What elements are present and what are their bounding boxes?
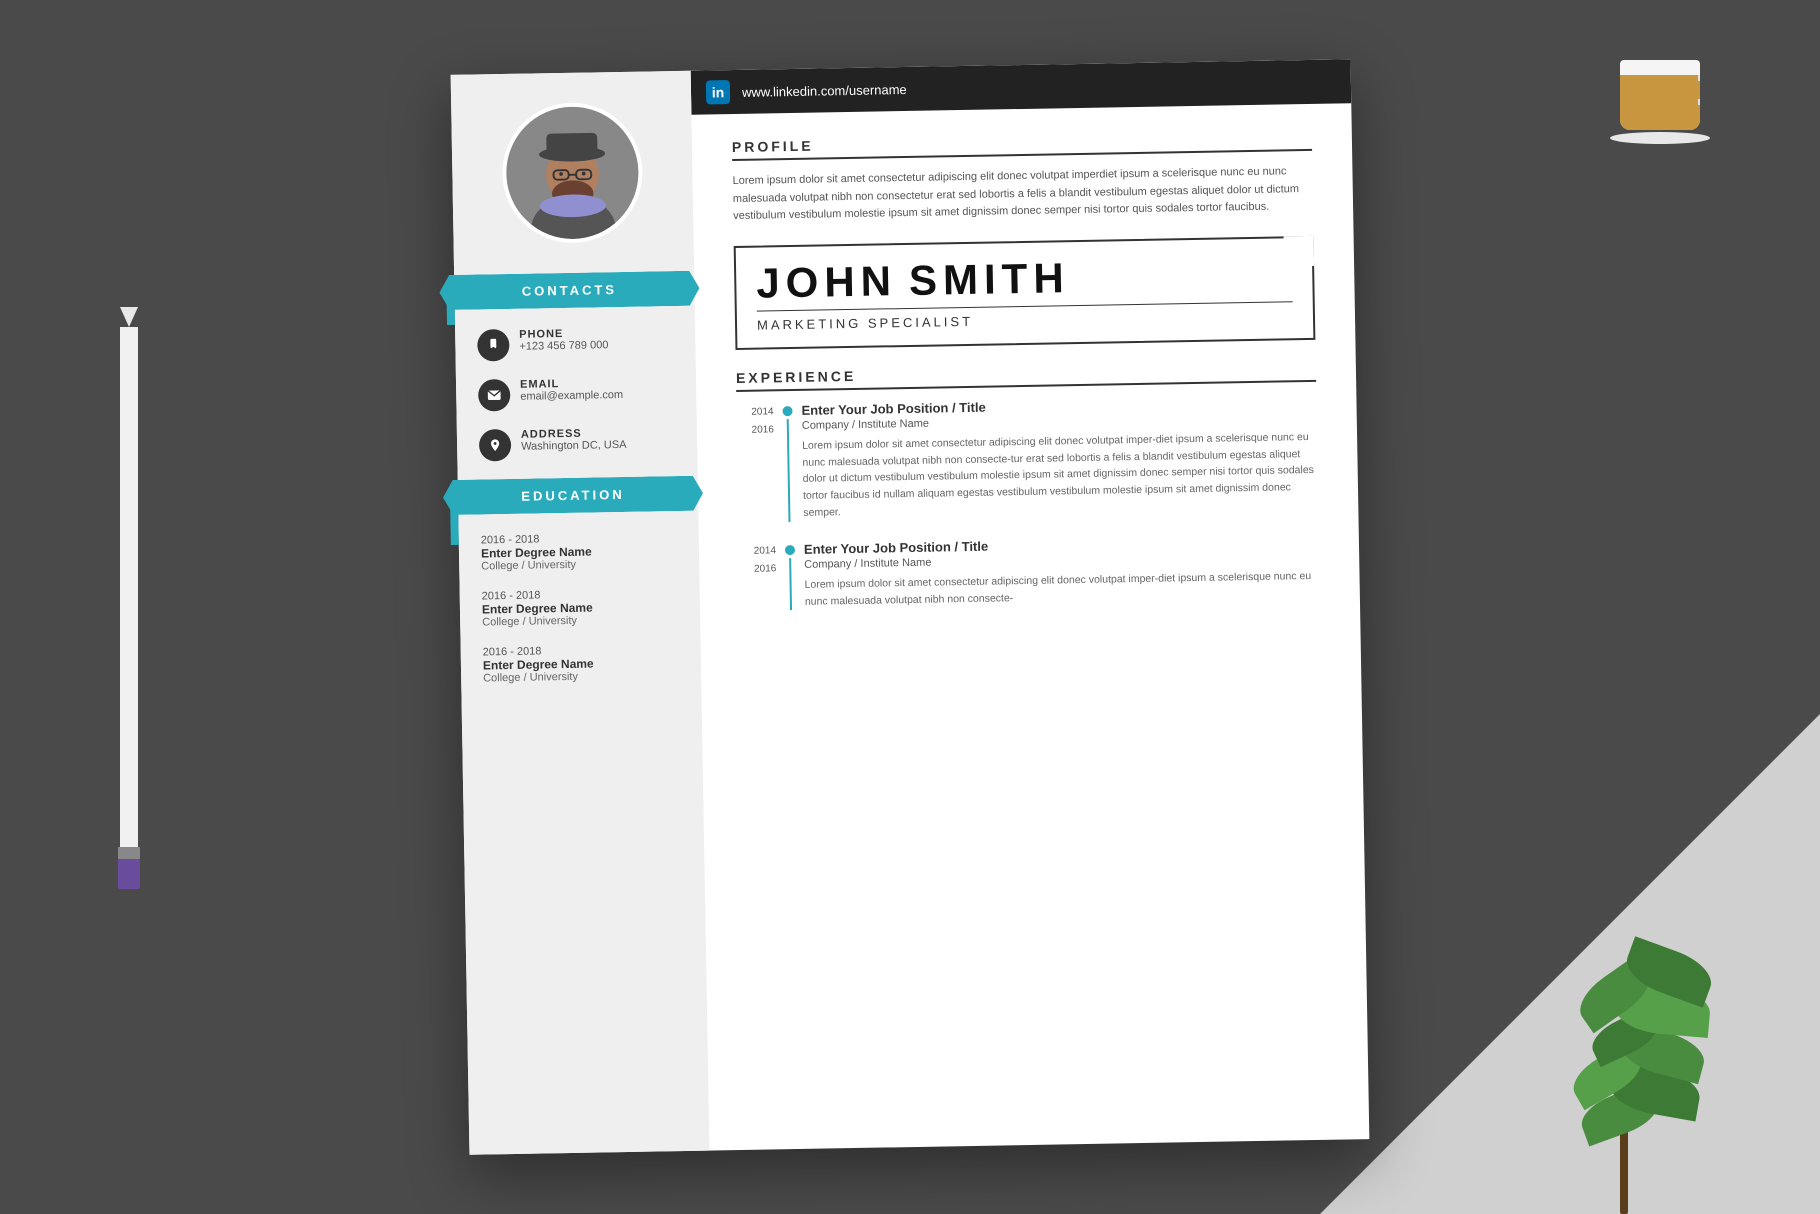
address-text: ADDRESS Washington DC, USA	[521, 427, 627, 453]
exp-line-2	[789, 558, 792, 611]
profile-section: PROFILE Lorem ipsum dolor sit amet conse…	[732, 129, 1313, 226]
exp-dot-2	[785, 545, 795, 555]
experience-title: EXPERIENCE	[736, 360, 1316, 392]
email-icon	[478, 379, 511, 412]
name-first: JOHN	[756, 260, 897, 304]
phone-text: PHONE +123 456 789 000	[519, 327, 608, 353]
address-value: Washington DC, USA	[521, 439, 627, 453]
exp-details-2: Enter Your Job Position / Title Company …	[804, 533, 1320, 611]
edu-item-1: 2016 - 2018 Enter Degree Name College / …	[471, 531, 688, 573]
edu-item-2: 2016 - 2018 Enter Degree Name College / …	[472, 587, 689, 629]
coffee-decoration	[1620, 60, 1700, 144]
address-icon	[479, 429, 512, 462]
edu-school-2: College / University	[482, 613, 678, 628]
sidebar: CONTACTS PHONE +123 456 789 000 EMAIL em…	[451, 71, 710, 1155]
edu-item-3: 2016 - 2018 Enter Degree Name College / …	[473, 643, 690, 685]
exp-years-1: 2014 2016	[736, 403, 783, 523]
exp-details-1: Enter Your Job Position / Title Company …	[801, 394, 1318, 522]
contact-address: ADDRESS Washington DC, USA	[469, 426, 686, 462]
exp-item-1: 2014 2016 Enter Your Job Position / Titl…	[736, 394, 1318, 523]
pencil-decoration	[120, 307, 138, 907]
phone-icon	[477, 329, 510, 362]
exp-desc-1: Lorem ipsum dolor sit amet consectetur a…	[802, 429, 1318, 522]
experience-section: EXPERIENCE 2014 2016 Enter Your Job Posi…	[736, 360, 1320, 612]
edu-school-1: College / University	[481, 557, 677, 572]
email-text: EMAIL email@example.com	[520, 377, 623, 403]
contact-phone: PHONE +123 456 789 000	[467, 326, 684, 362]
exp-line-1	[787, 419, 791, 522]
exp-years-2: 2014 2016	[739, 542, 785, 611]
exp-timeline-1	[781, 403, 803, 522]
main-content: in www.linkedin.com/username PROFILE Lor…	[691, 59, 1370, 1150]
exp-desc-2: Lorem ipsum dolor sit amet consectetur a…	[804, 568, 1320, 611]
resume-card: CONTACTS PHONE +123 456 789 000 EMAIL em…	[451, 59, 1370, 1155]
education-header: EDUCATION	[443, 476, 704, 516]
contact-email: EMAIL email@example.com	[468, 376, 685, 412]
exp-item-2: 2014 2016 Enter Your Job Position / Titl…	[739, 533, 1320, 612]
profile-photo	[501, 102, 643, 244]
edu-school-3: College / University	[483, 669, 679, 684]
profile-text: Lorem ipsum dolor sit amet consectetur a…	[732, 163, 1313, 226]
phone-value: +123 456 789 000	[519, 339, 608, 353]
contacts-header: CONTACTS	[439, 271, 700, 311]
email-value: email@example.com	[520, 389, 623, 403]
name-section: JOHN SMITH MARKETING SPECIALIST	[734, 236, 1316, 350]
linkedin-logo: in	[706, 80, 730, 104]
job-title: MARKETING SPECIALIST	[757, 308, 1293, 332]
plant-decoration	[1540, 914, 1740, 1214]
linkedin-url: www.linkedin.com/username	[742, 81, 907, 99]
exp-timeline-2	[784, 542, 805, 611]
exp-dot-1	[782, 406, 792, 416]
profile-title: PROFILE	[732, 129, 1312, 161]
name-last: SMITH	[909, 257, 1070, 302]
